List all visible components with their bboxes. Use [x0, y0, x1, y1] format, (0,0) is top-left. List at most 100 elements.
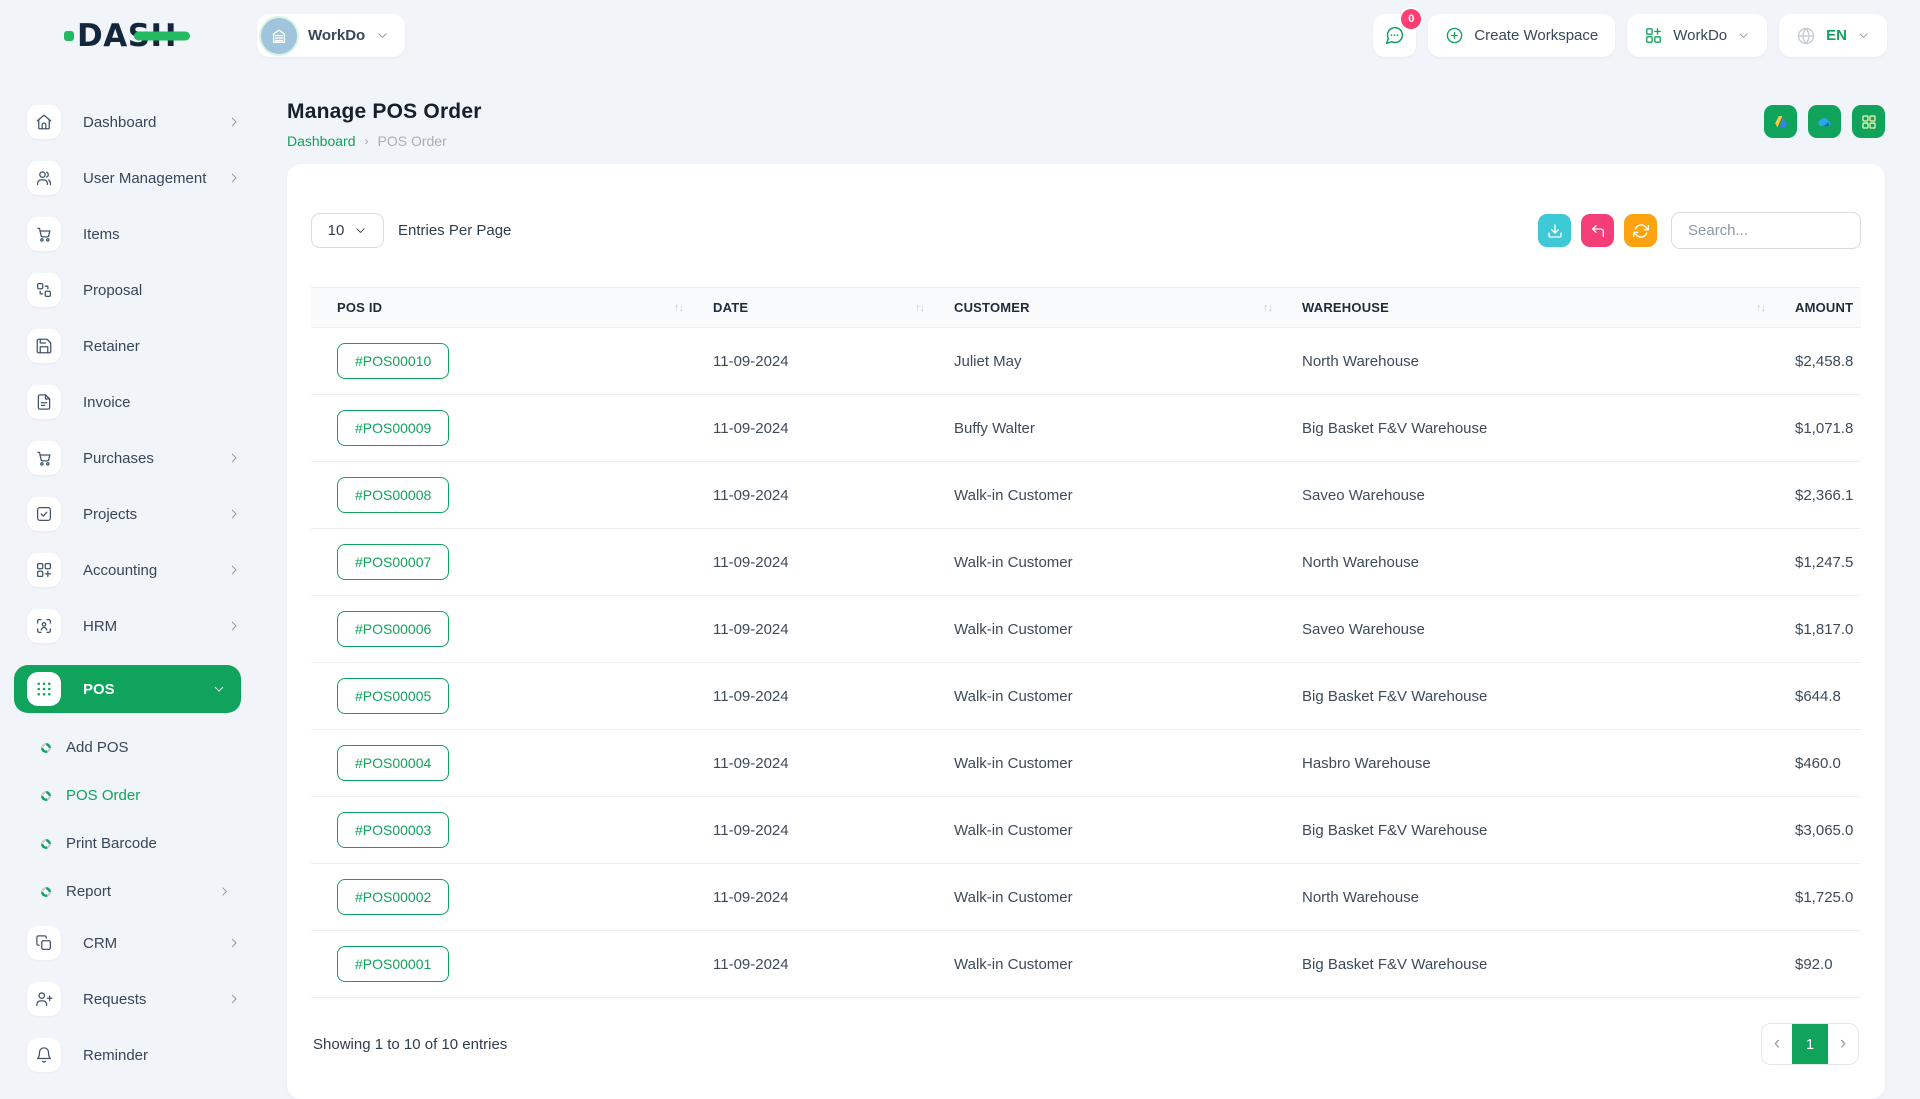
column-header-warehouse[interactable]: WAREHOUSE↑↓: [1302, 288, 1795, 328]
export-button[interactable]: [1538, 214, 1571, 247]
column-header-amount: AMOUNT: [1795, 288, 1861, 328]
chevron-icon: [227, 451, 241, 465]
integration-buttons: [1753, 105, 1885, 138]
sidebar-item-proposal[interactable]: Proposal: [27, 273, 241, 307]
table-row: #POS00009 11-09-2024 Buffy Walter Big Ba…: [311, 395, 1861, 462]
create-workspace-label: Create Workspace: [1474, 27, 1598, 44]
workspace-name: WorkDo: [308, 27, 365, 44]
cell-amount: $2,458.8: [1795, 328, 1861, 395]
sidebar-menu: Dashboard User Management Items Proposal…: [0, 71, 257, 1094]
sidebar-item-invoice[interactable]: Invoice: [27, 385, 241, 419]
pos-id-badge[interactable]: #POS00009: [337, 410, 449, 446]
cell-warehouse: Big Basket F&V Warehouse: [1302, 395, 1795, 462]
sidebar-item-pos[interactable]: POS: [14, 665, 241, 713]
cell-amount: $2,366.1: [1795, 462, 1861, 529]
table-toolbar: 10 Entries Per Page: [311, 212, 1861, 249]
column-header-label: DATE: [713, 300, 748, 315]
current-page-button[interactable]: 1: [1792, 1024, 1828, 1064]
sidebar-item-purchases[interactable]: Purchases: [27, 441, 241, 475]
sidebar-item-label: Dashboard: [83, 114, 156, 131]
chevron-icon: [227, 936, 241, 950]
sidebar-item-dashboard[interactable]: Dashboard: [27, 105, 241, 139]
cell-amount: $3,065.0: [1795, 797, 1861, 864]
previous-page-button[interactable]: ‹: [1762, 1024, 1792, 1064]
breadcrumb-current: POS Order: [378, 133, 447, 149]
logo-accent-bar: [134, 31, 190, 40]
pos-id-badge[interactable]: #POS00004: [337, 745, 449, 781]
onedrive-button[interactable]: [1808, 105, 1841, 138]
chat-icon: [1384, 25, 1405, 46]
sidebar-item-requests[interactable]: Requests: [27, 982, 241, 1016]
sidebar-subitem-add-pos[interactable]: Add POS: [41, 734, 231, 761]
sort-arrows-icon: ↑↓: [674, 302, 683, 314]
sidebar-item-hrm[interactable]: HRM: [27, 609, 241, 643]
next-page-button[interactable]: ›: [1828, 1024, 1858, 1064]
google-drive-button[interactable]: [1764, 105, 1797, 138]
entries-per-page-select[interactable]: 10: [311, 213, 384, 248]
column-header-customer[interactable]: CUSTOMER↑↓: [954, 288, 1302, 328]
chevron-down-icon: [376, 29, 389, 42]
pos-orders-table: POS ID ↑↓ DATE↑↓ CUSTOMER↑↓ WAREHOUSE↑↓ A…: [311, 287, 1861, 998]
refresh-button[interactable]: [1624, 214, 1657, 247]
sidebar-subitem-label: Report: [66, 883, 111, 900]
sidebar-item-reminder[interactable]: Reminder: [27, 1038, 241, 1072]
sidebar-item-retainer[interactable]: Retainer: [27, 329, 241, 363]
pos-id-badge[interactable]: #POS00001: [337, 946, 449, 982]
cell-date: 11-09-2024: [713, 529, 954, 596]
chevron-icon: [227, 992, 241, 1006]
column-header-label: POS ID: [337, 300, 382, 315]
table-row: #POS00002 11-09-2024 Walk-in Customer No…: [311, 864, 1861, 931]
cell-warehouse: Big Basket F&V Warehouse: [1302, 663, 1795, 730]
app-menu-button[interactable]: WorkDo: [1627, 14, 1767, 57]
undo-button[interactable]: [1581, 214, 1614, 247]
entries-per-page-label: Entries Per Page: [398, 222, 511, 239]
cell-warehouse: North Warehouse: [1302, 864, 1795, 931]
sidebar-subitem-report[interactable]: Report: [41, 878, 231, 905]
sidebar-item-label: User Management: [83, 170, 206, 187]
cell-amount: $1,817.0: [1795, 596, 1861, 663]
cell-date: 11-09-2024: [713, 328, 954, 395]
column-header-date[interactable]: DATE↑↓: [713, 288, 954, 328]
language-code: EN: [1826, 27, 1847, 44]
create-workspace-button[interactable]: Create Workspace: [1428, 14, 1615, 57]
search-input[interactable]: [1671, 212, 1861, 249]
accounting-icon: [27, 553, 61, 587]
requests-icon: [27, 982, 61, 1016]
pos-id-badge[interactable]: #POS00007: [337, 544, 449, 580]
sidebar-subitem-print-barcode[interactable]: Print Barcode: [41, 830, 231, 857]
grid-plus-icon: [1644, 26, 1663, 45]
pos-id-badge[interactable]: #POS00006: [337, 611, 449, 647]
breadcrumb: Dashboard › POS Order: [287, 133, 482, 149]
sidebar-subitem-pos-order[interactable]: POS Order: [41, 782, 231, 809]
sidebar-item-items[interactable]: Items: [27, 217, 241, 251]
breadcrumb-dashboard-link[interactable]: Dashboard: [287, 133, 356, 149]
entries-per-page-value: 10: [328, 222, 345, 239]
submenu-bullet-icon: [41, 791, 51, 801]
sidebar-item-label: Proposal: [83, 282, 142, 299]
pos-id-badge[interactable]: #POS00005: [337, 678, 449, 714]
pos-id-badge[interactable]: #POS00010: [337, 343, 449, 379]
sidebar-item-label: Accounting: [83, 562, 157, 579]
apps-grid-button[interactable]: [1852, 105, 1885, 138]
sidebar-item-accounting[interactable]: Accounting: [27, 553, 241, 587]
cell-warehouse: North Warehouse: [1302, 328, 1795, 395]
pos-id-badge[interactable]: #POS00002: [337, 879, 449, 915]
sidebar-item-projects[interactable]: Projects: [27, 497, 241, 531]
pos-id-badge[interactable]: #POS00008: [337, 477, 449, 513]
chevron-icon: [227, 563, 241, 577]
column-header-pos-id[interactable]: POS ID ↑↓: [311, 288, 713, 328]
cart-icon: [27, 441, 61, 475]
cell-amount: $1,247.5: [1795, 529, 1861, 596]
sidebar-item-label: Items: [83, 226, 120, 243]
pos-id-badge[interactable]: #POS00003: [337, 812, 449, 848]
cell-date: 11-09-2024: [713, 730, 954, 797]
cell-customer: Walk-in Customer: [954, 596, 1302, 663]
sidebar-item-user-management[interactable]: User Management: [27, 161, 241, 195]
invoice-icon: [27, 385, 61, 419]
sidebar-item-label: Retainer: [83, 338, 140, 355]
workspace-switcher[interactable]: WorkDo: [257, 14, 405, 57]
messages-button[interactable]: 0: [1373, 14, 1416, 57]
language-selector[interactable]: EN: [1779, 14, 1887, 57]
table-row: #POS00005 11-09-2024 Walk-in Customer Bi…: [311, 663, 1861, 730]
sidebar-item-crm[interactable]: CRM: [27, 926, 241, 960]
